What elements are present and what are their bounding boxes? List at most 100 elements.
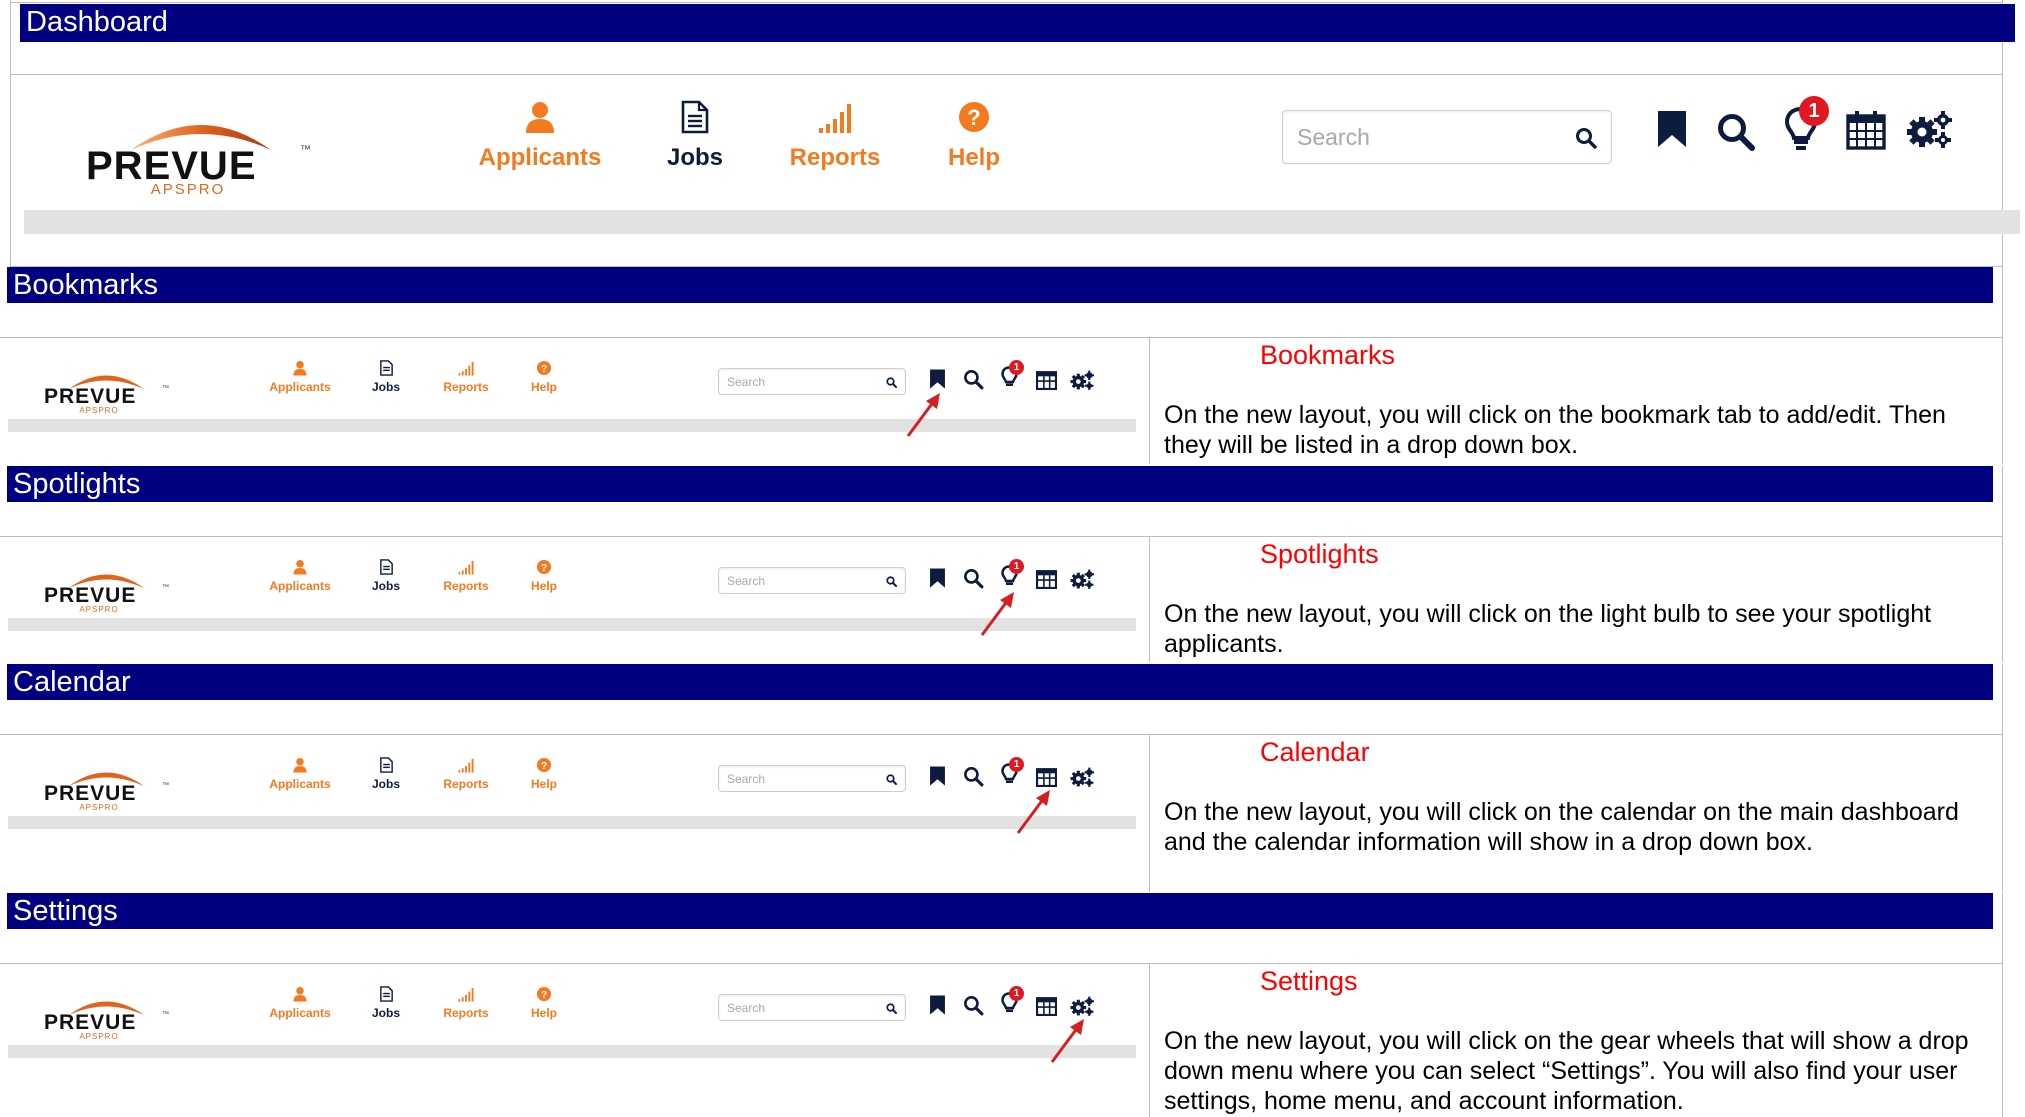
search-icon[interactable]: [963, 766, 984, 787]
calendar-nav-jobs[interactable]: Jobs: [366, 757, 406, 791]
calendar-icon[interactable]: [1846, 110, 1886, 150]
section-banner-bookmarks: Bookmarks: [7, 267, 1993, 303]
search-placeholder: Search: [727, 574, 766, 588]
lightbulb-button[interactable]: 1: [1001, 986, 1027, 1016]
nav-jobs[interactable]: Jobs: [640, 100, 750, 172]
settings-description-title: Settings: [1260, 966, 1358, 996]
bookmarks-nav-applicants[interactable]: Applicants: [262, 360, 338, 394]
bookmark-icon[interactable]: [929, 994, 946, 1016]
bookmarks-nav-reports[interactable]: Reports: [434, 360, 498, 394]
lightbulb-button[interactable]: 1: [1784, 96, 1834, 152]
logo-word: PREVUE: [86, 144, 257, 188]
settings-nav-help[interactable]: ? Help: [524, 986, 564, 1020]
red-arrow-icon: [1016, 790, 1050, 834]
bookmark-icon[interactable]: [929, 765, 946, 787]
settings-nav-reports[interactable]: Reports: [434, 986, 498, 1020]
bookmark-icon[interactable]: [929, 567, 946, 589]
bar-chart-icon: [458, 560, 474, 575]
settings-logo[interactable]: PREVUE ™ APSPRO: [44, 992, 169, 1041]
nav-reports-label: Reports: [789, 144, 881, 171]
bookmarks-nav-help[interactable]: ? Help: [524, 360, 564, 394]
nav-help[interactable]: ? Help: [924, 100, 1024, 172]
spotlights-description-text: On the new layout, you will click on the…: [1164, 600, 1932, 658]
red-arrow-icon: [1050, 1019, 1084, 1063]
search-icon[interactable]: [963, 995, 984, 1016]
bar-chart-icon: [458, 758, 474, 773]
calendar-icon[interactable]: [1036, 568, 1057, 589]
nav-help-label: Help: [530, 1006, 557, 1020]
search-icon[interactable]: [886, 1003, 897, 1014]
logo-tm: ™: [162, 584, 169, 591]
notification-count: 1: [1013, 759, 1020, 770]
nav-jobs-label: Jobs: [371, 777, 400, 791]
bookmark-icon[interactable]: [929, 368, 946, 390]
person-icon: [293, 986, 307, 1002]
calendar-logo[interactable]: PREVUE ™ APSPRO: [44, 763, 169, 812]
search-placeholder: Search: [727, 772, 766, 786]
calendar-nav-applicants[interactable]: Applicants: [262, 757, 338, 791]
calendar-icon[interactable]: [1036, 766, 1057, 787]
search-icon[interactable]: [886, 377, 897, 388]
settings-nav-applicants[interactable]: Applicants: [262, 986, 338, 1020]
search-icon[interactable]: [886, 576, 897, 587]
nav-applicants[interactable]: Applicants: [470, 100, 610, 172]
settings-nav-jobs[interactable]: Jobs: [366, 986, 406, 1020]
search-icon[interactable]: [1575, 127, 1597, 149]
calendar-gray-bar: [8, 816, 1136, 829]
logo-sub: APSPRO: [79, 605, 119, 614]
lightbulb-button[interactable]: 1: [1001, 757, 1027, 787]
svg-text:?: ?: [541, 364, 547, 375]
logo-sub: APSPRO: [150, 181, 226, 198]
gears-icon[interactable]: [1070, 568, 1095, 590]
settings-gray-bar: [8, 1045, 1136, 1058]
svg-text:?: ?: [967, 105, 980, 130]
bookmarks-logo[interactable]: PREVUE ™ APSPRO: [44, 366, 169, 415]
svg-text:?: ?: [541, 990, 547, 1001]
bookmarks-description-text: On the new layout, you will click on the…: [1164, 401, 1946, 459]
notification-count: 1: [1013, 988, 1020, 999]
gears-icon[interactable]: [1070, 995, 1095, 1017]
spotlights-logo[interactable]: PREVUE ™ APSPRO: [44, 565, 169, 614]
spotlights-description-title: Spotlights: [1260, 539, 1379, 569]
bar-chart-icon: [458, 987, 474, 1002]
gears-icon[interactable]: [1070, 766, 1095, 788]
search-icon[interactable]: [963, 568, 984, 589]
calendar-nav-help[interactable]: ? Help: [524, 757, 564, 791]
nav-reports[interactable]: Reports: [775, 100, 895, 172]
nav-reports-label: Reports: [443, 380, 489, 394]
spotlights-nav-jobs[interactable]: Jobs: [366, 559, 406, 593]
notification-badge: 1: [1799, 96, 1829, 126]
bookmarks-search-input[interactable]: Search: [718, 368, 906, 395]
notification-badge: 1: [1009, 986, 1024, 1001]
bookmarks-nav-jobs[interactable]: Jobs: [366, 360, 406, 394]
search-icon[interactable]: [886, 774, 897, 785]
logo-sub: APSPRO: [79, 803, 119, 812]
lightbulb-button[interactable]: 1: [1001, 559, 1027, 589]
question-icon: ?: [536, 986, 552, 1002]
logo-tm: ™: [162, 782, 169, 789]
bookmarks-gray-bar: [8, 419, 1136, 432]
spotlights-search-input[interactable]: Search: [718, 567, 906, 594]
lightbulb-button[interactable]: 1: [1001, 360, 1027, 390]
search-input[interactable]: Search: [1282, 110, 1612, 164]
red-arrow-icon: [980, 592, 1014, 636]
search-icon[interactable]: [1716, 112, 1756, 152]
calendar-search-input[interactable]: Search: [718, 765, 906, 792]
logo-word: PREVUE: [44, 584, 137, 607]
spotlights-nav-applicants[interactable]: Applicants: [262, 559, 338, 593]
calendar-icon[interactable]: [1036, 369, 1057, 390]
prevue-logo[interactable]: PREVUE ™ APSPRO: [86, 108, 316, 198]
search-placeholder: Search: [727, 375, 766, 389]
calendar-icon[interactable]: [1036, 995, 1057, 1016]
bookmark-icon[interactable]: [1656, 109, 1688, 149]
search-icon[interactable]: [963, 369, 984, 390]
gears-icon[interactable]: [1070, 369, 1095, 391]
search-placeholder: Search: [727, 1001, 766, 1015]
spotlights-nav-help[interactable]: ? Help: [524, 559, 564, 593]
calendar-nav-reports[interactable]: Reports: [434, 757, 498, 791]
gears-icon[interactable]: [1906, 108, 1954, 150]
settings-search-input[interactable]: Search: [718, 994, 906, 1021]
spotlights-nav-reports[interactable]: Reports: [434, 559, 498, 593]
spotlights-gray-bar: [8, 618, 1136, 631]
person-icon: [293, 757, 307, 773]
